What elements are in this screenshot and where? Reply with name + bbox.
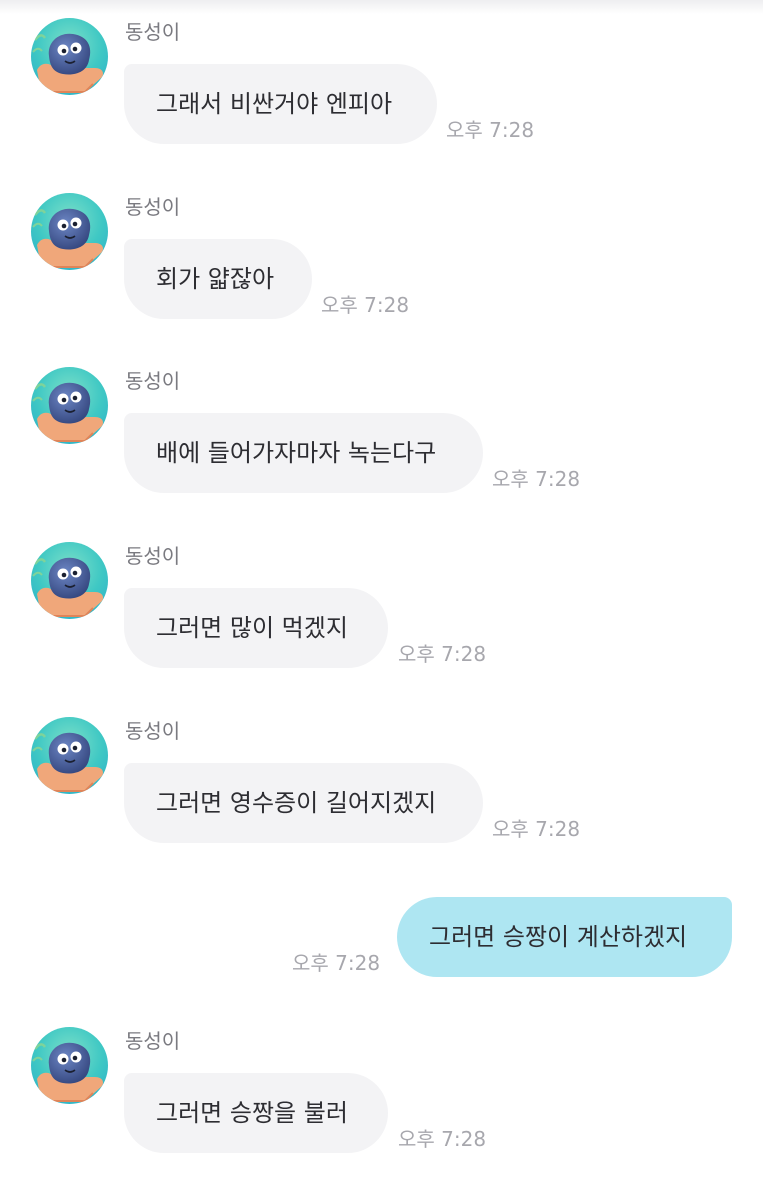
sender-name: 동성이 [125, 369, 181, 393]
message-bubble[interactable]: 그러면 영수증이 길어지겠지 [124, 763, 483, 843]
message-time: 오후 7:28 [492, 467, 581, 491]
message-bubble[interactable]: 그러면 승짱을 불러 [124, 1073, 388, 1153]
sender-name: 동성이 [125, 195, 181, 219]
message-bubble[interactable]: 회가 얇잖아 [124, 239, 312, 319]
avatar-icon[interactable] [31, 717, 108, 794]
message-time: 오후 7:28 [292, 951, 381, 975]
sender-name: 동성이 [125, 1029, 181, 1053]
message-bubble-outgoing[interactable]: 그러면 승짱이 계산하겠지 [397, 897, 732, 977]
message-time: 오후 7:28 [492, 817, 581, 841]
sender-name: 동성이 [125, 544, 181, 568]
message-bubble[interactable]: 배에 들어가자마자 녹는다구 [124, 413, 483, 493]
avatar-icon[interactable] [31, 367, 108, 444]
message-time: 오후 7:28 [446, 118, 535, 142]
avatar-icon[interactable] [31, 1027, 108, 1104]
message-time: 오후 7:28 [321, 293, 410, 317]
sender-name: 동성이 [125, 719, 181, 743]
top-shadow [0, 0, 763, 14]
avatar-icon[interactable] [31, 542, 108, 619]
message-time: 오후 7:28 [398, 642, 487, 666]
message-bubble[interactable]: 그러면 많이 먹겠지 [124, 588, 388, 668]
sender-name: 동성이 [125, 20, 181, 44]
avatar-icon[interactable] [31, 193, 108, 270]
message-time: 오후 7:28 [398, 1127, 487, 1151]
avatar-icon[interactable] [31, 18, 108, 95]
message-bubble[interactable]: 그래서 비싼거야 엔피아 [124, 64, 437, 144]
